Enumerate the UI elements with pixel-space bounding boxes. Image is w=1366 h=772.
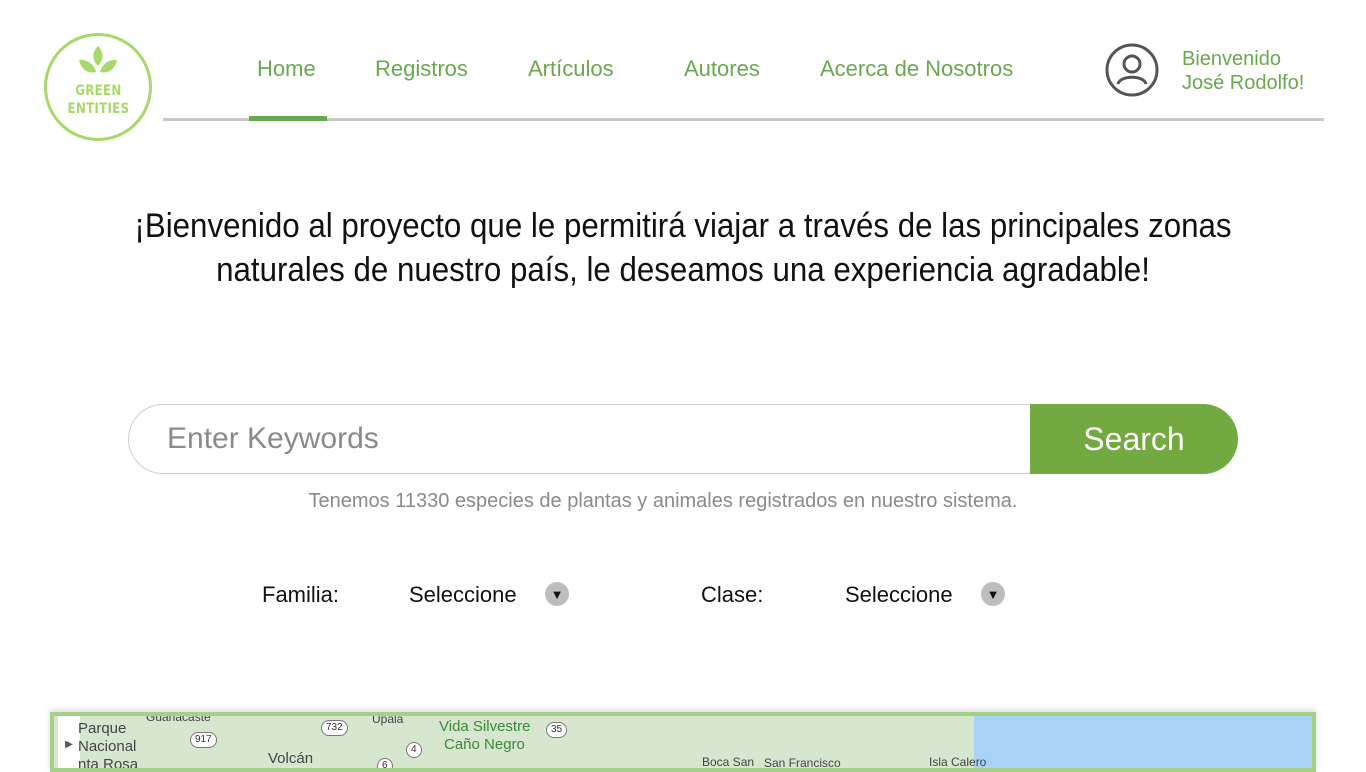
hero-line2: naturales de nuestro país, le deseamos u…	[216, 251, 1150, 289]
road-6: 6	[377, 758, 393, 768]
clase-dropdown-icon[interactable]: ▼	[981, 582, 1005, 606]
map-label-san-francisco: San Francisco	[764, 756, 841, 770]
map-label-upala: Upala	[372, 712, 404, 726]
species-count-note: Tenemos 11330 especies de plantas y anim…	[308, 490, 1018, 512]
familia-dropdown-icon[interactable]: ▼	[545, 582, 569, 606]
nav-divider	[163, 118, 1324, 121]
road-917: 917	[190, 732, 217, 748]
road-35: 35	[546, 722, 568, 738]
logo-text: GREEN ENTITIES	[67, 82, 129, 118]
map-water	[974, 716, 1312, 768]
familia-label: Familia:	[262, 582, 340, 607]
hero-line1: ¡Bienvenido al proyecto que le permitirá…	[134, 207, 1232, 245]
nav-home[interactable]: Home	[257, 56, 316, 82]
map-label-guanacaste: Guanacaste	[146, 712, 211, 724]
map-label-parque: Parque	[78, 720, 127, 737]
hero-text: ¡Bienvenido al proyecto que le permitirá…	[128, 204, 1238, 292]
map-label-nacional: Nacional	[78, 738, 137, 755]
search-bar: Search	[128, 404, 1238, 474]
nav-acerca[interactable]: Acerca de Nosotros	[820, 56, 1013, 82]
user-greeting: Bienvenido	[1182, 48, 1281, 70]
map-label-santa-rosa: nta Rosa	[78, 756, 139, 772]
user-name: José Rodolfo!	[1182, 72, 1305, 94]
leaf-icon	[79, 46, 117, 73]
logo-line1: GREEN	[74, 83, 122, 99]
nav-autores[interactable]: Autores	[684, 56, 760, 82]
clase-select[interactable]: Seleccione	[845, 582, 953, 608]
map[interactable]: ▶ Guanacaste Parque Nacional nta Rosa 91…	[50, 712, 1316, 772]
logo-line2: ENTITIES	[67, 101, 129, 117]
familia-select[interactable]: Seleccione	[409, 582, 517, 608]
road-732: 732	[321, 720, 348, 736]
map-label-vida-silvestre: Vida Silvestre	[439, 718, 531, 735]
logo[interactable]: GREEN ENTITIES	[44, 33, 152, 141]
search-input[interactable]	[128, 404, 1048, 474]
map-label-cano-negro: Caño Negro	[444, 736, 525, 753]
user-avatar-icon[interactable]	[1104, 42, 1160, 98]
user-greeting-block: Bienvenido José Rodolfo!	[1182, 47, 1304, 95]
nav-articulos[interactable]: Artículos	[528, 56, 614, 82]
map-panel-toggle[interactable]: ▶	[58, 716, 80, 768]
search-button[interactable]: Search	[1030, 404, 1238, 474]
clase-label: Clase:	[701, 582, 764, 607]
nav-registros[interactable]: Registros	[375, 56, 468, 82]
nav-active-indicator	[249, 116, 327, 121]
road-4: 4	[406, 742, 422, 758]
map-label-volcan: Volcán	[268, 750, 314, 767]
